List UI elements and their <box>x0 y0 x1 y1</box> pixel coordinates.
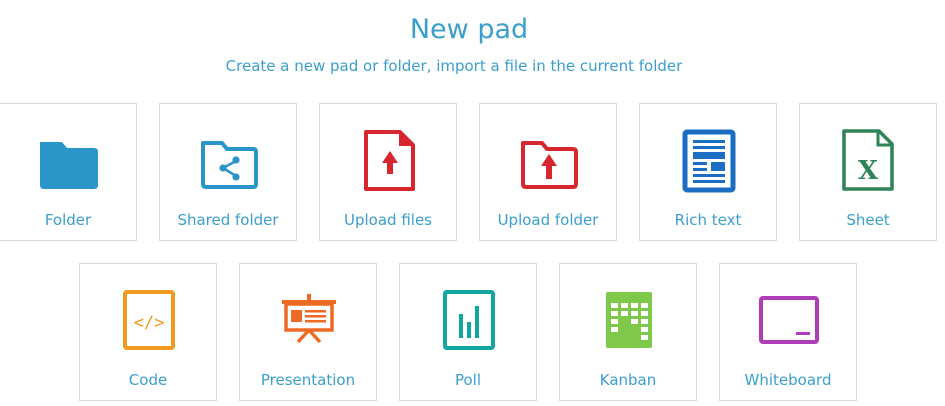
tile-label: Code <box>128 371 168 389</box>
new-kanban-button[interactable]: Kanban <box>559 263 697 401</box>
tile-label: Upload files <box>344 211 432 229</box>
sheet-icon: X <box>834 126 904 196</box>
tile-label: Shared folder <box>177 211 279 229</box>
new-code-button[interactable]: </> Code <box>79 263 217 401</box>
code-icon: </> <box>114 286 184 356</box>
upload-folder-button[interactable]: Upload folder <box>479 103 617 241</box>
presentation-icon <box>274 286 344 356</box>
new-presentation-button[interactable]: Presentation <box>239 263 377 401</box>
tile-label: Rich text <box>674 211 742 229</box>
svg-text:X: X <box>858 156 879 186</box>
poll-icon <box>434 286 504 356</box>
tile-label: Upload folder <box>497 211 599 229</box>
kanban-icon <box>594 286 664 356</box>
rich-text-icon <box>674 126 744 196</box>
tile-label: Sheet <box>846 211 890 229</box>
new-rich-text-button[interactable]: Rich text <box>639 103 777 241</box>
upload-folder-icon <box>514 126 584 196</box>
upload-file-icon <box>354 126 424 196</box>
new-folder-button[interactable]: Folder <box>0 103 137 241</box>
upload-files-button[interactable]: Upload files <box>319 103 457 241</box>
new-shared-folder-button[interactable]: Shared folder <box>159 103 297 241</box>
page-subtitle: Create a new pad or folder, import a fil… <box>225 57 683 75</box>
new-whiteboard-button[interactable]: Whiteboard <box>719 263 857 401</box>
svg-text:</>: </> <box>134 313 165 333</box>
new-poll-button[interactable]: Poll <box>399 263 537 401</box>
shared-folder-icon <box>194 126 264 196</box>
folder-icon <box>34 126 104 196</box>
page-title: New pad <box>409 14 529 45</box>
tile-label: Kanban <box>599 371 657 389</box>
tile-label: Folder <box>44 211 92 229</box>
whiteboard-icon <box>754 286 824 356</box>
tile-label: Whiteboard <box>744 371 832 389</box>
tile-label: Poll <box>454 371 482 389</box>
new-sheet-button[interactable]: X Sheet <box>799 103 937 241</box>
tile-label: Presentation <box>260 371 356 389</box>
